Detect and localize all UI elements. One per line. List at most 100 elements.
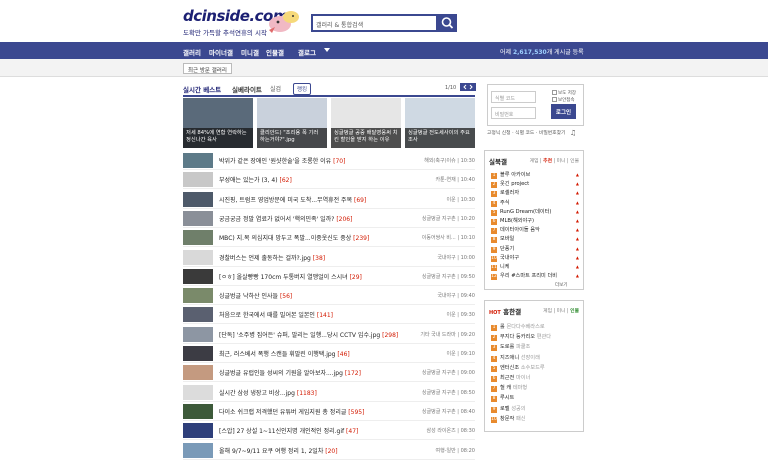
table-row[interactable]: 시진핑, 트럼프 영업방문에 미국 도착...무역휴전 주목 [69] 이운 | … (183, 190, 475, 209)
table-row[interactable]: 처음으로 한국에서 때를 밀어본 일본인 [141] 이운 | 09:30 (183, 305, 475, 325)
best-thumb-4[interactable]: 싱글벙글 전도세사이의 주요 조사 (405, 98, 475, 148)
table-row[interactable]: 부성애는 있는가 (3, 4) [62] 카툰-연재 | 10:40 (183, 170, 475, 190)
post-thumbnail[interactable] (183, 230, 213, 246)
table-row[interactable]: 박위가 같은 장애인 '원샷한술'을 조롱한 이유 [70] 해외(축구)이슈 |… (183, 151, 475, 170)
hot-gallery-item[interactable]: 5 엔터신조 소수보드루 (491, 364, 545, 372)
chevron-down-icon[interactable] (324, 48, 330, 53)
ranking-tabs[interactable]: 게임 | 추천 | 미니 | 인물 (530, 157, 579, 164)
table-row[interactable]: 다이소 쉬크랩 저격했던 유튜버 게임지원 총 정리글 [595] 싱글벙글 지구… (183, 402, 475, 421)
tab-realtime-search[interactable]: 실검 (270, 84, 281, 93)
secure-checkbox[interactable]: 보안접속 (552, 97, 575, 103)
ranking-item[interactable]: 1 블루 아카이브 (491, 171, 530, 179)
login-links[interactable]: 고정닉 신청 · 식별 코드 · 비밀번호찾기 (487, 129, 565, 136)
post-title[interactable]: 궁금궁금 정말 염료가 없어서 '핵의민족' 일까? [206] (219, 214, 352, 223)
post-thumbnail[interactable] (183, 288, 213, 304)
table-row[interactable]: 최근, 러스베서 폭행 스캔들 휘말린 이행택.jpg [46] 이운 | 09:… (183, 344, 475, 363)
table-row[interactable]: 실시간 삼성 냉장고 비상...jpg [1183] 싱글벙글 지구촌 | 08:… (183, 383, 475, 402)
hot-gallery-tabs[interactable]: 게임 | 미니 | 인물 (543, 307, 579, 314)
ranking-item[interactable]: 4 주식 (491, 199, 510, 207)
nav-item-gallog[interactable]: 갤로그 (298, 47, 316, 57)
arrow-right-icon[interactable] (460, 83, 476, 91)
post-title[interactable]: MBC) 지.복 의심지대 망두고 폭발...이중옷신도 중상 [239] (219, 233, 369, 242)
tab-realtime-best[interactable]: 실시간 베스트 (183, 84, 221, 94)
post-title[interactable]: 경찰버스는 언제 출동하는 걸까?.jpg [38] (219, 253, 325, 262)
table-row[interactable]: [스압] 27 상설 1~11신인지명 개인적인 정리.gif [47] 삼성 라… (183, 421, 475, 441)
table-row[interactable]: 경찰버스는 언제 출동하는 걸까?.jpg [38] 국내야구 | 10:00 (183, 248, 475, 267)
hot-gallery-item[interactable]: 4 지즈애니 선장이래 (491, 354, 540, 362)
tab-realbest-lite[interactable]: 실베라이트 (232, 84, 262, 94)
ranking-item[interactable]: 10 국내야구 (491, 254, 519, 262)
hot-gallery-item[interactable]: 10 창문작 패신 (491, 415, 526, 423)
post-thumbnail[interactable] (183, 172, 213, 188)
table-row[interactable]: MBC) 지.복 의심지대 망두고 폭발...이중옷신도 중상 [239] 이동어… (183, 228, 475, 248)
post-meta: 여행-일반 | 08:20 (435, 447, 475, 454)
table-row[interactable]: 궁금궁금 정말 염료가 없어서 '핵의민족' 일까? [206] 싱글벙글 지구촌… (183, 209, 475, 228)
post-thumbnail[interactable] (183, 249, 213, 265)
table-row[interactable]: [ㅇㅎ] 올살빵빵 170cm 두통버지 열맹얼이 스시녀 [29] 싱글벙글 지… (183, 267, 475, 286)
post-title[interactable]: [ㅇㅎ] 올살빵빵 170cm 두통버지 열맹얼이 스시녀 [29] (219, 272, 362, 281)
ranking-item[interactable]: 9 단풍기 (491, 245, 514, 253)
post-thumbnail[interactable] (183, 403, 213, 419)
nav-item-gallery[interactable]: 갤러리 (183, 47, 201, 57)
password-input[interactable]: 비밀번호 (491, 107, 536, 119)
post-title[interactable]: 부성애는 있는가 (3, 4) [62] (219, 175, 292, 184)
post-thumbnail[interactable] (183, 365, 213, 381)
post-title[interactable]: 시진핑, 트럼프 영업방문에 미국 도착...무역휴전 주목 [69] (219, 195, 366, 204)
post-title[interactable]: 실시간 삼성 냉장고 비상...jpg [1183] (219, 388, 317, 397)
post-title[interactable]: 박위가 같은 장애인 '원샷한술'을 조롱한 이유 [70] (219, 156, 345, 165)
pager-buttons[interactable] (460, 83, 476, 91)
nav-item-minor[interactable]: 마이너갤 (209, 47, 233, 57)
nav-item-mini[interactable]: 미니갤 (241, 47, 259, 57)
table-row[interactable]: 싱글벙글 낙하산 인사들 [56] 국내야구 | 09:40 (183, 286, 475, 306)
id-input[interactable]: 식별 코드 (491, 91, 536, 103)
login-button[interactable]: 로그인 (551, 104, 576, 119)
hot-gallery-item[interactable]: 2 무지다 등카리오 편관다 (491, 333, 551, 342)
post-thumbnail[interactable] (183, 268, 213, 284)
ranking-item[interactable]: 12 우리 #스마트 프리미 더비 (491, 272, 557, 281)
more-button[interactable]: 더보기 (555, 282, 567, 288)
post-title[interactable]: [스압] 27 상설 1~11신인지명 개인적인 정리.gif [47] (219, 426, 358, 435)
ranking-item[interactable]: 3 로셀러자 (491, 189, 519, 198)
best-thumb-2[interactable]: 클리안드) "조리용 폭 기러 하는거야?".jpg (257, 98, 327, 148)
post-title[interactable]: [단독] '소주병 집어든' 슈퍼, 말리는 일행...당시 CCTV 입수.j… (219, 330, 398, 339)
hot-gallery-item[interactable]: 8 루시트 (491, 394, 514, 403)
table-row[interactable]: 싱글벙글 유럽인들 성씨의 기원을 알아보자....jpg [172] 싱글벙글 … (183, 363, 475, 383)
hot-gallery-item[interactable]: 3 도로롤 파쿨조 (491, 343, 530, 352)
post-thumbnail[interactable] (183, 326, 213, 342)
best-thumb-3[interactable]: 싱글벙글 공중 배달영웅써 치킨 할인을 받지 하는 이유 (331, 98, 401, 148)
search-button[interactable] (438, 14, 457, 32)
post-thumbnail[interactable] (183, 442, 213, 458)
post-title[interactable]: 최근, 러스베서 폭행 스캔들 휘말린 이행택.jpg [46] (219, 349, 350, 358)
ranking-item[interactable]: 5 RunG Dream(데이터) (491, 208, 551, 216)
ranking-item[interactable]: 11 니케 (491, 263, 510, 271)
best-thumb-1[interactable]: 저세 84%에 연합 연락하는 정신나간 육사 (183, 98, 253, 148)
ranking-item[interactable]: 7 데이터아이돌 음악 (491, 226, 540, 235)
post-title[interactable]: 다이소 쉬크랩 저격했던 유튜버 게임지원 총 정리글 [595] (219, 407, 364, 416)
ranking-item[interactable]: 2 웃긴 project (491, 180, 529, 189)
save-checkbox[interactable]: 보도 저장 (552, 90, 576, 96)
ranking-item[interactable]: 8 모바일 (491, 235, 514, 244)
bell-icon[interactable]: ♫ (570, 129, 576, 137)
recent-gallery-button[interactable]: 최근 방문 갤러리 (183, 63, 232, 74)
post-thumbnail[interactable] (183, 307, 213, 323)
ranking-badge[interactable]: 랭킹 (293, 83, 312, 95)
post-title[interactable]: 싱글벙글 낙하산 인사들 [56] (219, 291, 292, 300)
table-row[interactable]: 올해 9/7~9/11 요쿠 여행 정리 1, 2일차 [20] 여행-일반 | … (183, 441, 475, 460)
post-thumbnail[interactable] (183, 153, 213, 168)
hot-gallery-item[interactable]: 7헐 캐 테마형 (491, 384, 527, 393)
nav-item-person[interactable]: 인물갤 (266, 47, 284, 57)
post-title[interactable]: 싱글벙글 유럽인들 성씨의 기원을 알아보자....jpg [172] (219, 368, 361, 377)
post-thumbnail[interactable] (183, 191, 213, 207)
search-input[interactable]: 갤러리 & 통합검색 (311, 14, 438, 32)
hot-gallery-item[interactable]: 6 최근전 마이너 (491, 374, 530, 382)
post-thumbnail[interactable] (183, 346, 213, 361)
hot-gallery-item[interactable]: 1롤 몬다다수베라스로 (491, 323, 545, 331)
hot-gallery-item[interactable]: 9 로벨 성공의 (491, 405, 526, 413)
post-thumbnail[interactable] (183, 384, 213, 400)
table-row[interactable]: [단독] '소주병 집어든' 슈퍼, 말리는 일행...당시 CCTV 입수.j… (183, 325, 475, 344)
post-title[interactable]: 처음으로 한국에서 때를 밀어본 일본인 [141] (219, 310, 333, 319)
ranking-item[interactable]: 6 MLB(해외야구) (491, 217, 534, 225)
post-title[interactable]: 올해 9/7~9/11 요쿠 여행 정리 1, 2일차 [20] (219, 446, 338, 455)
post-thumbnail[interactable] (183, 210, 213, 226)
post-thumbnail[interactable] (183, 423, 213, 439)
